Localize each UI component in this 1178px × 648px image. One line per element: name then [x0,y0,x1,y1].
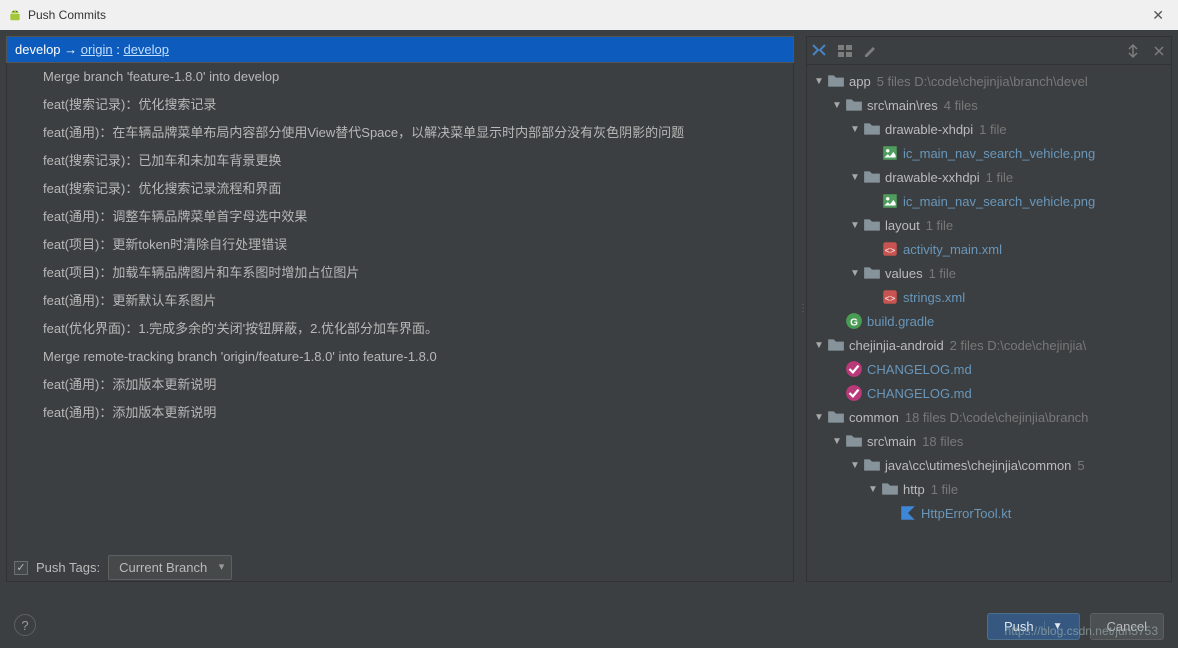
push-tags-label: Push Tags: [36,560,100,575]
expand-icon[interactable] [1125,43,1141,59]
commit-item[interactable]: feat(搜索记录)：已加车和未加车背景更换 [7,147,793,175]
bottom-bar: ✓ Push Tags: Current Branch ? Push▼ Canc… [0,588,1178,648]
file-tree[interactable]: app5 files D:\code\chejinjia\branch\deve… [806,64,1172,582]
target-branch[interactable]: develop [123,42,169,57]
commit-item[interactable]: feat(通用)：添加版本更新说明 [7,399,793,427]
tree-node-layout[interactable]: layout1 file [807,213,1171,237]
tree-file-kt[interactable]: HttpErrorTool.kt [807,501,1171,525]
svg-text:<>: <> [885,246,896,256]
commit-item[interactable]: feat(搜索记录)：优化搜索记录 [7,91,793,119]
commit-item[interactable]: feat(优化界面)：1.完成多余的'关闭'按钮屏蔽，2.优化部分加车界面。 [7,315,793,343]
tree-node-xxhdpi[interactable]: drawable-xxhdpi1 file [807,165,1171,189]
commit-item[interactable]: feat(通用)：在车辆品牌菜单布局内容部分使用View替代Space，以解决菜… [7,119,793,147]
tree-node-srcmain[interactable]: src\main18 files [807,429,1171,453]
tree-file-xml[interactable]: <>activity_main.xml [807,237,1171,261]
tree-file-png[interactable]: ic_main_nav_search_vehicle.png [807,189,1171,213]
tree-node-xhdpi[interactable]: drawable-xhdpi1 file [807,117,1171,141]
tree-node-chejinjia[interactable]: chejinjia-android2 files D:\code\chejinj… [807,333,1171,357]
diff-icon[interactable] [811,43,827,59]
tree-file-png[interactable]: ic_main_nav_search_vehicle.png [807,141,1171,165]
tree-file-gradle[interactable]: Gbuild.gradle [807,309,1171,333]
commit-item[interactable]: feat(通用)：添加版本更新说明 [7,371,793,399]
files-toolbar [806,36,1172,64]
commits-list[interactable]: Merge branch 'feature-1.8.0' into develo… [6,63,794,582]
tree-file-md[interactable]: CHANGELOG.md [807,381,1171,405]
watermark: https://blog.csdn.net/jun5753 [1005,624,1158,638]
help-icon[interactable]: ? [14,614,36,636]
tree-node-res[interactable]: src\main\res4 files [807,93,1171,117]
tree-file-md[interactable]: CHANGELOG.md [807,357,1171,381]
tree-node-app[interactable]: app5 files D:\code\chejinjia\branch\deve… [807,69,1171,93]
svg-text:<>: <> [885,294,896,304]
commit-item[interactable]: Merge remote-tracking branch 'origin/fea… [7,343,793,371]
commit-item[interactable]: feat(项目)：加载车辆品牌图片和车系图时增加占位图片 [7,259,793,287]
commit-item[interactable]: feat(搜索记录)：优化搜索记录流程和界面 [7,175,793,203]
svg-text:G: G [850,318,858,329]
files-panel: app5 files D:\code\chejinjia\branch\deve… [806,30,1178,588]
edit-icon[interactable] [863,43,879,59]
commit-item[interactable]: feat(项目)：更新token时清除自行处理错误 [7,231,793,259]
window-title: Push Commits [28,8,106,22]
push-tags-select[interactable]: Current Branch [108,555,232,580]
push-tags-checkbox[interactable]: ✓ [14,561,28,575]
commits-panel: develop → origin : develop Merge branch … [0,30,800,588]
commit-item[interactable]: feat(通用)：调整车辆品牌菜单首字母选中效果 [7,203,793,231]
android-icon [8,8,22,22]
titlebar: Push Commits ✕ [0,0,1178,30]
local-branch: develop [15,42,61,57]
branch-bar[interactable]: develop → origin : develop [6,36,794,63]
close-icon[interactable]: ✕ [1146,5,1170,26]
remote-name[interactable]: origin [81,42,113,57]
tree-node-common[interactable]: common18 files D:\code\chejinjia\branch [807,405,1171,429]
tree-node-javapkg[interactable]: java\cc\utimes\chejinjia\common5 [807,453,1171,477]
splitter[interactable]: ⋮ [800,30,806,588]
group-icon[interactable] [837,43,853,59]
tree-file-xml[interactable]: <>strings.xml [807,285,1171,309]
collapse-icon[interactable] [1151,43,1167,59]
commit-item[interactable]: Merge branch 'feature-1.8.0' into develo… [7,63,793,91]
tree-node-http[interactable]: http1 file [807,477,1171,501]
commit-item[interactable]: feat(通用)：更新默认车系图片 [7,287,793,315]
tree-node-values[interactable]: values1 file [807,261,1171,285]
